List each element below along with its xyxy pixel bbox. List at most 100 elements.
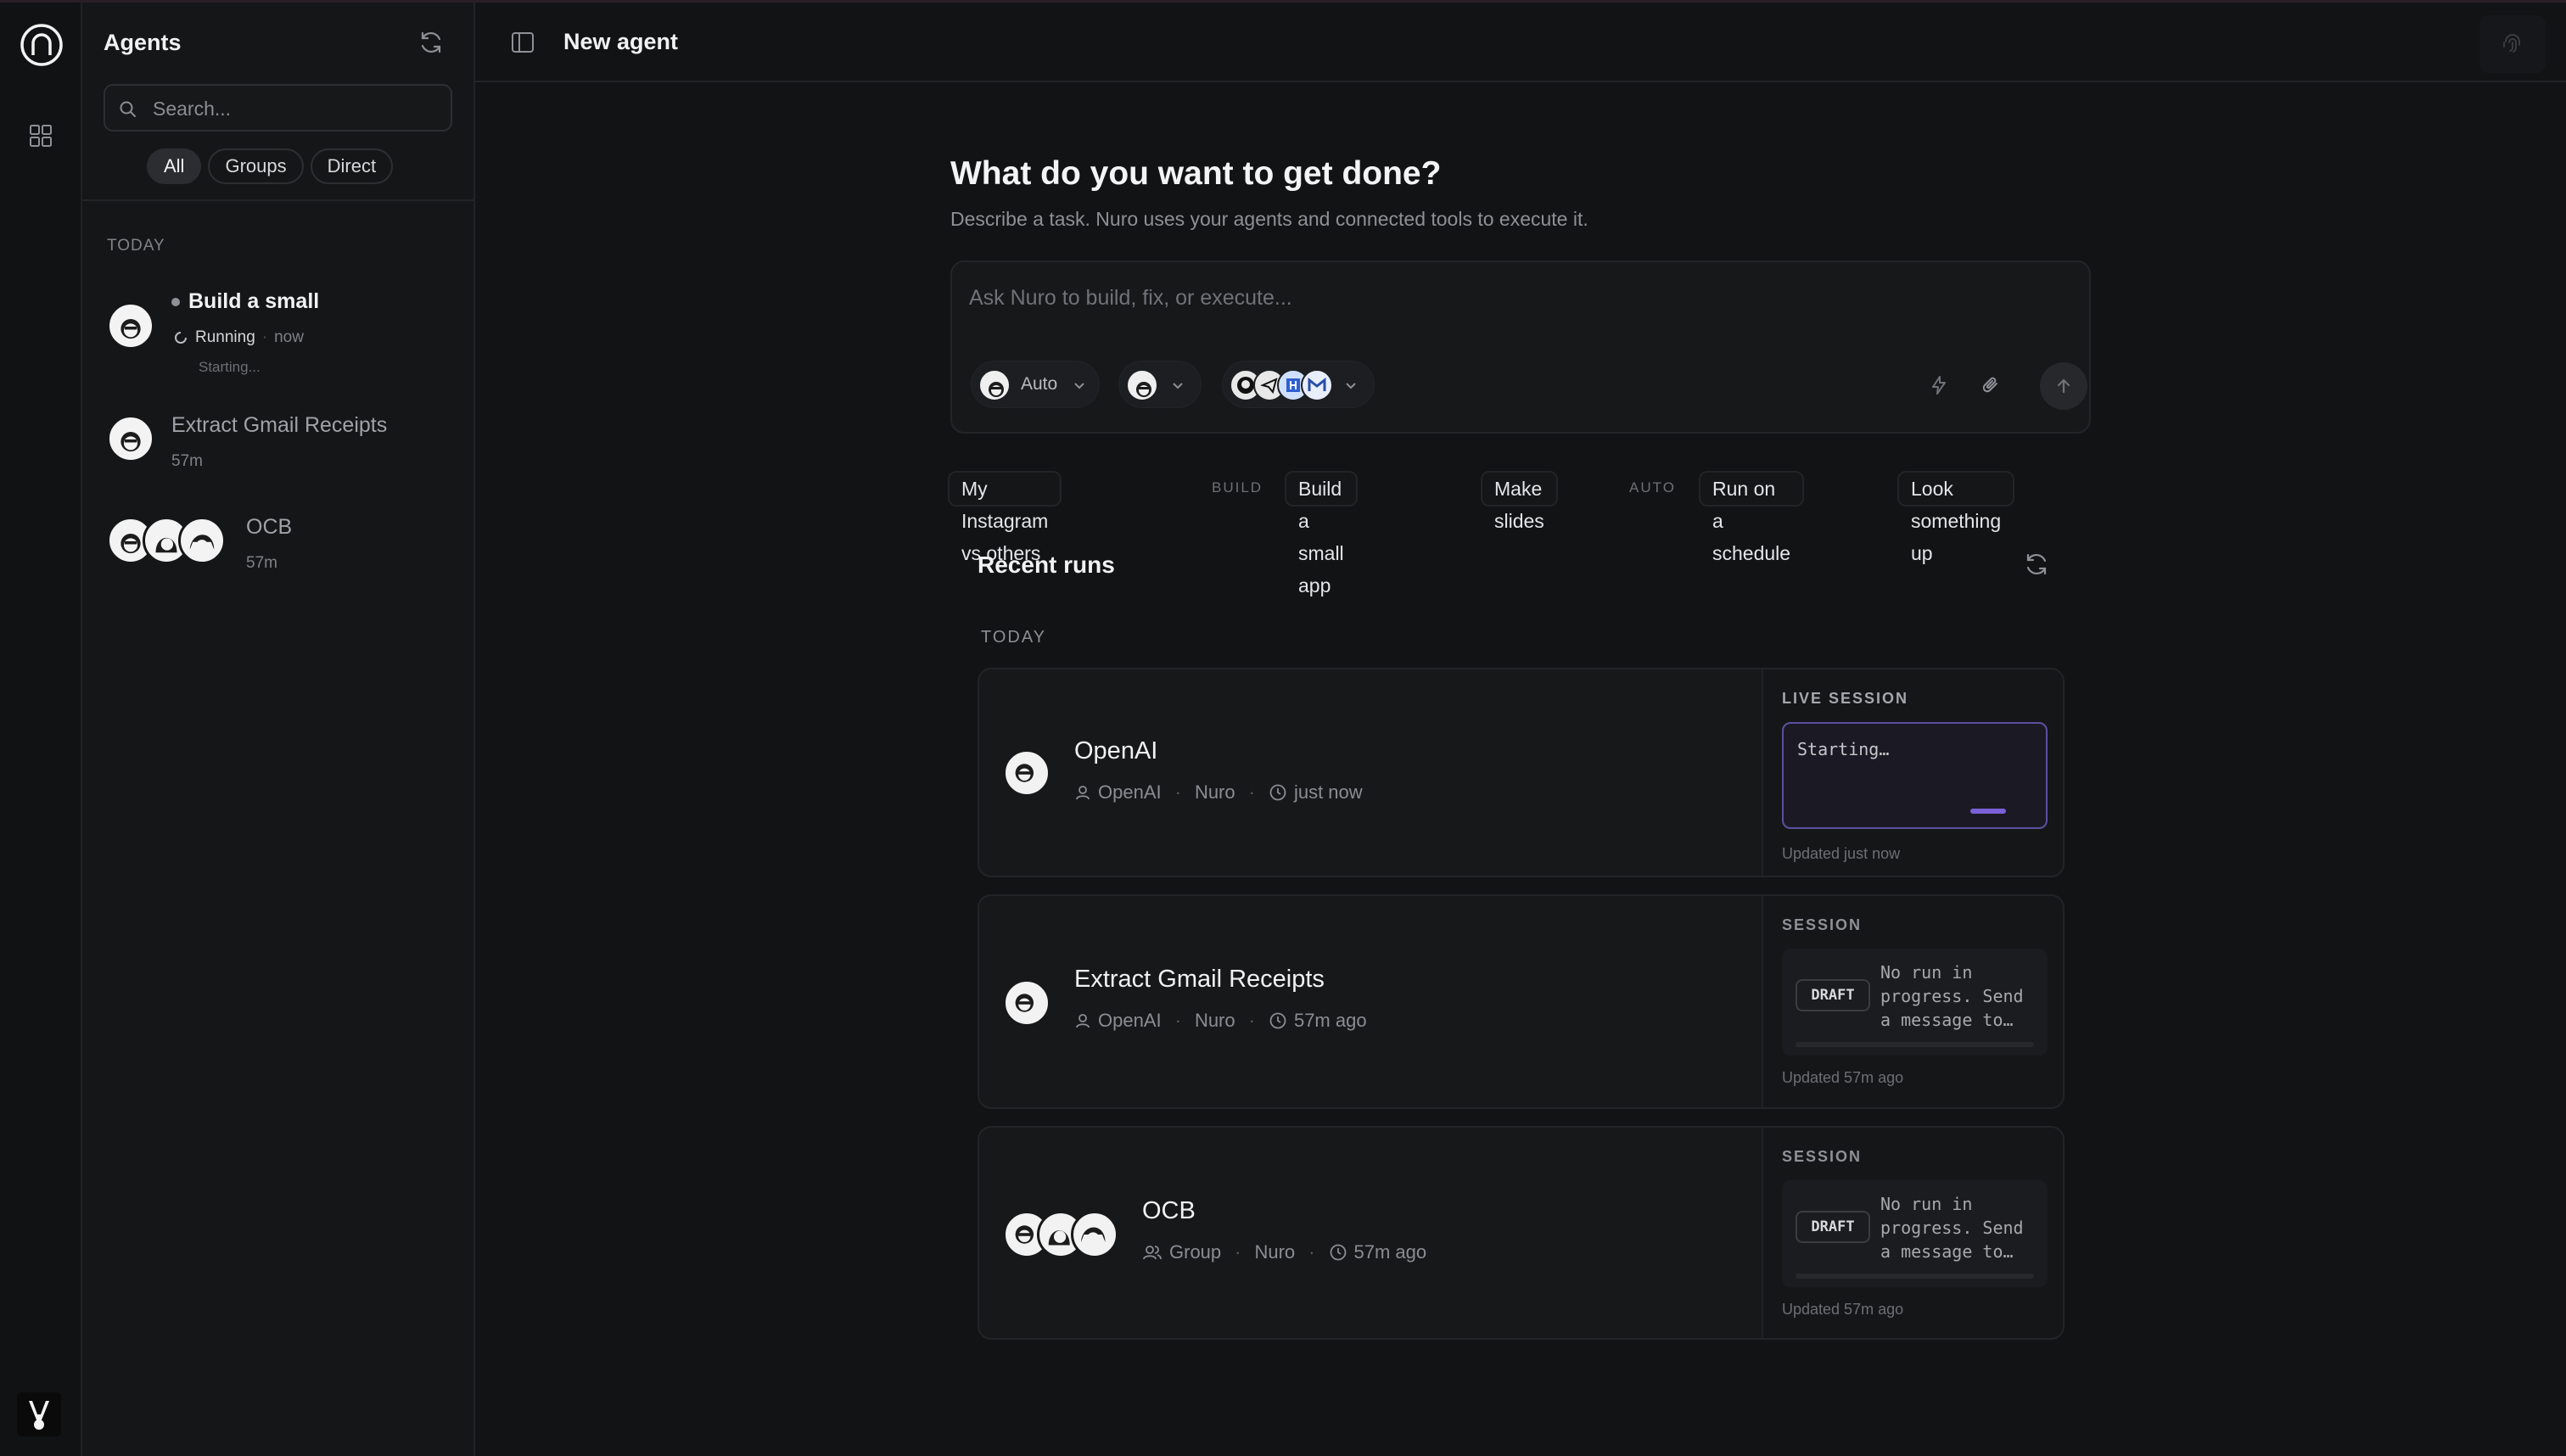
run-time: 57m ago <box>1293 1010 1367 1031</box>
run-owner: Group <box>1169 1241 1222 1263</box>
gmail-icon <box>1301 369 1333 401</box>
agent-avatar <box>107 302 154 350</box>
clock-icon <box>1330 1244 1346 1261</box>
app-rail <box>0 3 82 1456</box>
conversation-time: 57m <box>246 554 277 572</box>
run-agent: Nuro <box>1194 1010 1235 1031</box>
conversation-item[interactable]: OCB 57m <box>107 503 463 580</box>
updated-time: Updated just now <box>1782 845 1901 862</box>
hero-title: What do you want to get done? <box>950 155 1442 192</box>
suggestion-chip[interactable]: Run on a schedule <box>1699 471 1805 564</box>
suggestion-chip[interactable]: Look something up <box>1897 471 2015 564</box>
task-composer: Auto <box>950 260 2091 434</box>
session-panel: LIVE SESSION Starting… Updated just now <box>1762 669 2063 876</box>
grid-icon[interactable] <box>28 123 53 148</box>
suggestion-group-label: AUTO <box>1629 479 1676 496</box>
search-box[interactable] <box>104 84 452 132</box>
suggestion-chip[interactable]: Build a small app <box>1285 471 1358 596</box>
agents-sidebar: Agents All Groups Direct TODAY Build a s… <box>82 3 475 1456</box>
person-icon <box>1076 1014 1090 1028</box>
session-label: LIVE SESSION <box>1782 690 1909 707</box>
run-card[interactable]: OCB Group · Nuro · 57m ago SESSION DRAFT N… <box>978 1126 2065 1340</box>
hero-subtitle: Describe a task. Nuro uses your agents a… <box>950 208 1588 230</box>
lightning-icon[interactable] <box>1928 374 1950 396</box>
section-label: TODAY <box>107 237 165 255</box>
run-time: 57m ago <box>1353 1241 1427 1263</box>
conversation-title: OCB <box>246 515 293 539</box>
filter-direct[interactable]: Direct <box>310 148 394 184</box>
session-panel: SESSION DRAFT No run in progress. Send a… <box>1762 1128 2063 1338</box>
recent-runs-title: Recent runs <box>978 552 1115 578</box>
conversation-item[interactable]: Extract Gmail Receipts 57m <box>107 401 463 478</box>
run-name: OCB <box>1142 1197 1196 1224</box>
conversation-time: now <box>274 328 304 346</box>
run-agent: Nuro <box>1254 1241 1296 1263</box>
fingerprint-button[interactable] <box>2479 15 2546 73</box>
updated-time: Updated 57m ago <box>1782 1301 1904 1318</box>
nuro-logo-icon[interactable] <box>20 23 64 67</box>
filter-all[interactable]: All <box>147 148 202 184</box>
clock-icon <box>1269 784 1286 801</box>
chevron-down-icon <box>1173 383 1183 389</box>
page-title: New agent <box>563 29 679 54</box>
session-text: No run in progress. Send a message to… <box>1880 962 2024 1030</box>
paperclip-icon[interactable] <box>1981 374 2003 396</box>
session-panel: SESSION DRAFT No run in progress. Send a… <box>1762 896 2063 1107</box>
send-button[interactable] <box>2040 362 2087 410</box>
session-text: No run in progress. Send a message to… <box>1880 1194 2024 1262</box>
agent-avatar <box>107 415 154 462</box>
conversation-time: 57m <box>171 452 203 470</box>
activity-bar <box>1970 809 2006 814</box>
divider <box>82 199 473 201</box>
tools-selector[interactable] <box>1222 361 1375 408</box>
chevron-down-icon <box>1074 383 1084 389</box>
search-input[interactable] <box>153 94 441 123</box>
clock-icon <box>1269 1012 1286 1029</box>
search-icon <box>120 101 136 117</box>
conversation-title: Extract Gmail Receipts <box>171 413 388 437</box>
conversation-item[interactable]: Build a small Running · now Starting... <box>107 279 463 381</box>
refresh-icon[interactable] <box>417 28 445 57</box>
agent-avatar <box>178 517 226 564</box>
run-name: OpenAI <box>1074 737 1158 764</box>
session-label: SESSION <box>1782 916 1863 933</box>
sidebar-toggle-icon[interactable] <box>511 31 535 54</box>
session-label: SESSION <box>1782 1148 1863 1165</box>
run-time: just now <box>1293 781 1363 803</box>
top-header: New agent <box>475 3 2566 82</box>
status-dot <box>171 298 180 307</box>
updated-time: Updated 57m ago <box>1782 1069 1904 1086</box>
rabbit-logo-icon[interactable] <box>17 1392 61 1436</box>
agent-selector[interactable] <box>1118 361 1202 408</box>
run-owner: OpenAI <box>1098 781 1162 803</box>
agent-avatar <box>1003 979 1050 1027</box>
run-agent: Nuro <box>1194 781 1235 803</box>
task-input[interactable] <box>969 286 2055 320</box>
run-owner: OpenAI <box>1098 1010 1162 1031</box>
session-text: Starting… <box>1797 739 1890 759</box>
fingerprint-icon <box>2503 34 2520 53</box>
agent-avatar <box>1126 369 1158 401</box>
run-card[interactable]: OpenAI OpenAI · Nuro · just now LIVE SESSI… <box>978 668 2065 877</box>
suggestion-chip[interactable]: My Instagram vs others <box>948 471 1062 564</box>
suggestion-chip[interactable]: Make slides <box>1481 471 1558 532</box>
model-selector[interactable]: Auto <box>971 361 1100 408</box>
suggestion-group-label: BUILD <box>1212 479 1263 496</box>
sidebar-title: Agents <box>104 30 182 55</box>
model-label: Auto <box>1021 374 1058 394</box>
draft-badge: DRAFT <box>1796 1211 1870 1243</box>
filter-groups[interactable]: Groups <box>208 148 304 184</box>
conversation-title: Build a small <box>188 289 320 313</box>
run-card[interactable]: Extract Gmail Receipts OpenAI · Nuro · 57m… <box>978 894 2065 1109</box>
agent-avatar <box>1071 1211 1118 1258</box>
spinner-icon <box>175 331 187 344</box>
agent-avatar <box>1003 749 1050 797</box>
chevron-down-icon <box>1346 383 1356 389</box>
run-status: Running <box>195 328 255 346</box>
progress-track <box>1796 1274 2034 1279</box>
live-session-preview[interactable]: Starting… <box>1782 722 2048 829</box>
session-preview[interactable]: DRAFT No run in progress. Send a message… <box>1782 1180 2048 1287</box>
session-preview[interactable]: DRAFT No run in progress. Send a message… <box>1782 949 2048 1056</box>
person-icon <box>1076 786 1090 800</box>
refresh-icon[interactable] <box>2022 550 2051 579</box>
